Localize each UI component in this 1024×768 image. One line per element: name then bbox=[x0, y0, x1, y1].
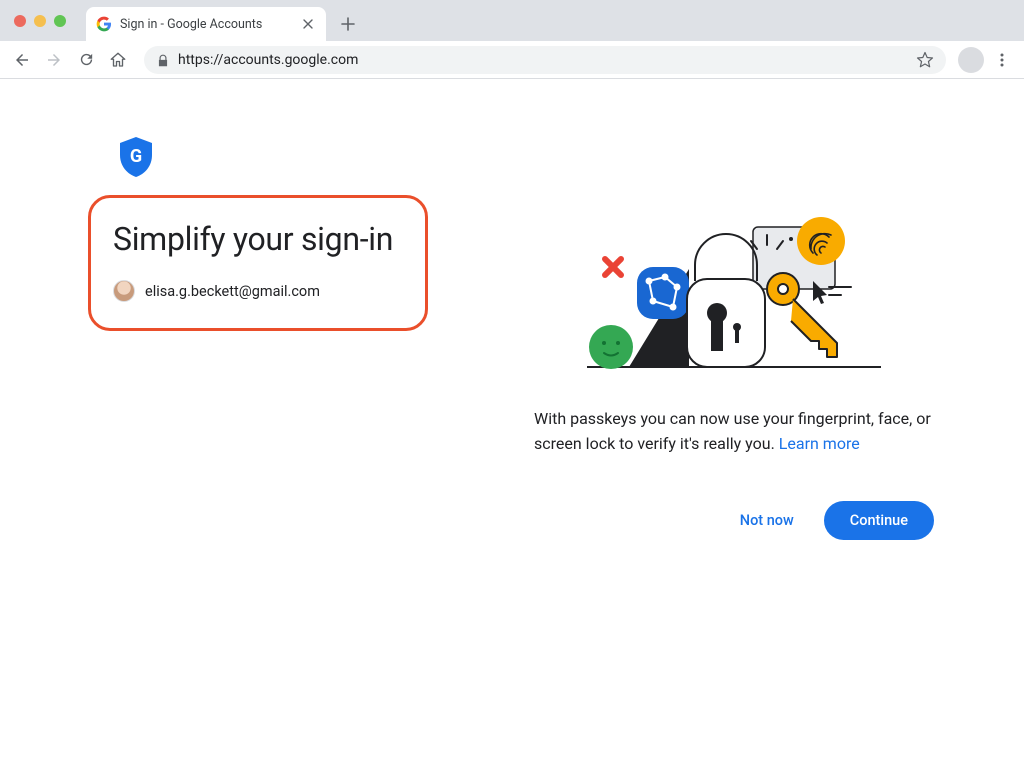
window-close-button[interactable] bbox=[14, 15, 26, 27]
google-favicon bbox=[96, 16, 112, 32]
account-chip[interactable]: elisa.g.beckett@gmail.com bbox=[113, 280, 399, 302]
highlight-callout: Simplify your sign-in elisa.g.beckett@gm… bbox=[88, 195, 428, 331]
browser-tab-strip: Sign in - Google Accounts bbox=[0, 0, 1024, 41]
learn-more-link[interactable]: Learn more bbox=[779, 434, 860, 453]
browser-tab[interactable]: Sign in - Google Accounts bbox=[86, 7, 326, 41]
home-button[interactable] bbox=[104, 46, 132, 74]
page-content: G Simplify your sign-in elisa.g.beckett@… bbox=[0, 79, 1024, 135]
description-text: With passkeys you can now use your finge… bbox=[534, 409, 931, 453]
bookmark-star-icon[interactable] bbox=[916, 51, 934, 69]
passkey-description: With passkeys you can now use your finge… bbox=[534, 407, 934, 457]
account-email: elisa.g.beckett@gmail.com bbox=[145, 283, 320, 300]
back-button[interactable] bbox=[8, 46, 36, 74]
page-heading: Simplify your sign-in bbox=[113, 220, 399, 258]
address-bar[interactable]: https://accounts.google.com bbox=[144, 46, 946, 74]
tab-title: Sign in - Google Accounts bbox=[120, 17, 292, 32]
browser-toolbar: https://accounts.google.com bbox=[0, 41, 1024, 79]
window-zoom-button[interactable] bbox=[54, 15, 66, 27]
account-avatar-icon bbox=[113, 280, 135, 302]
browser-menu-button[interactable] bbox=[988, 46, 1016, 74]
new-tab-button[interactable] bbox=[334, 10, 362, 38]
left-column: G Simplify your sign-in elisa.g.beckett@… bbox=[88, 135, 428, 331]
action-button-row: Not now Continue bbox=[534, 501, 934, 540]
google-shield-icon: G bbox=[116, 135, 156, 179]
right-column: With passkeys you can now use your finge… bbox=[534, 209, 934, 540]
close-tab-icon[interactable] bbox=[300, 16, 316, 32]
window-controls bbox=[0, 0, 80, 41]
passkey-illustration bbox=[569, 209, 899, 379]
lock-icon bbox=[156, 53, 170, 67]
forward-button[interactable] bbox=[40, 46, 68, 74]
not-now-button[interactable]: Not now bbox=[730, 504, 804, 537]
window-minimize-button[interactable] bbox=[34, 15, 46, 27]
profile-avatar-button[interactable] bbox=[958, 47, 984, 73]
continue-button[interactable]: Continue bbox=[824, 501, 934, 540]
reload-button[interactable] bbox=[72, 46, 100, 74]
svg-text:G: G bbox=[130, 146, 142, 167]
url-text: https://accounts.google.com bbox=[178, 52, 908, 68]
